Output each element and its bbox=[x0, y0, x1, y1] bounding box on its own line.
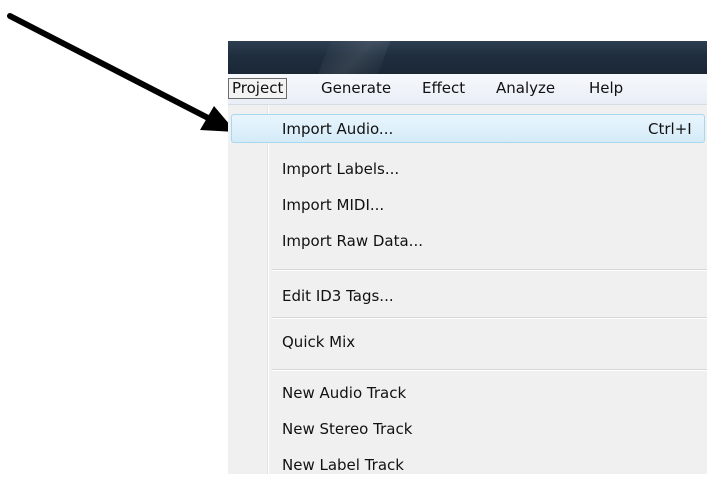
menu-item-label: New Audio Track bbox=[282, 384, 407, 402]
menu-project[interactable]: Project bbox=[228, 78, 288, 99]
menu-item-shortcut: Ctrl+I bbox=[648, 120, 692, 138]
menu-generate[interactable]: Generate bbox=[318, 78, 394, 99]
menu-effect[interactable]: Effect bbox=[419, 78, 468, 99]
menu-item-new-stereo-track[interactable]: New Stereo Track bbox=[228, 413, 707, 445]
menu-separator bbox=[272, 269, 707, 271]
menu-item-new-audio-track[interactable]: New Audio Track bbox=[228, 377, 707, 409]
menu-item-label: Import Raw Data... bbox=[282, 232, 423, 250]
menu-bar: Project Generate Effect Analyze Help bbox=[228, 74, 707, 105]
menu-item-label: Import Labels... bbox=[282, 160, 400, 178]
menu-analyze[interactable]: Analyze bbox=[493, 78, 558, 99]
menu-separator bbox=[272, 317, 707, 319]
window-title-bar bbox=[228, 41, 707, 74]
menu-item-import-audio[interactable]: Import Audio... Ctrl+I bbox=[228, 113, 707, 145]
menu-item-label: Import MIDI... bbox=[282, 196, 385, 214]
menu-item-quick-mix[interactable]: Quick Mix bbox=[228, 326, 707, 358]
menu-item-import-labels[interactable]: Import Labels... bbox=[228, 153, 707, 185]
menu-item-label: Quick Mix bbox=[282, 333, 356, 351]
menu-item-edit-id3-tags[interactable]: Edit ID3 Tags... bbox=[228, 280, 707, 312]
project-dropdown-menu: Import Audio... Ctrl+I Import Labels... … bbox=[228, 105, 707, 474]
menu-item-import-midi[interactable]: Import MIDI... bbox=[228, 189, 707, 221]
menu-item-label: New Stereo Track bbox=[282, 420, 413, 438]
menu-item-label: New Label Track bbox=[282, 456, 404, 474]
menu-item-label: Import Audio... bbox=[282, 120, 394, 138]
menu-item-new-label-track[interactable]: New Label Track bbox=[228, 449, 707, 481]
menu-separator bbox=[272, 369, 707, 371]
menu-item-label: Edit ID3 Tags... bbox=[282, 287, 394, 305]
menu-help[interactable]: Help bbox=[586, 78, 626, 99]
menu-item-import-raw-data[interactable]: Import Raw Data... bbox=[228, 225, 707, 257]
